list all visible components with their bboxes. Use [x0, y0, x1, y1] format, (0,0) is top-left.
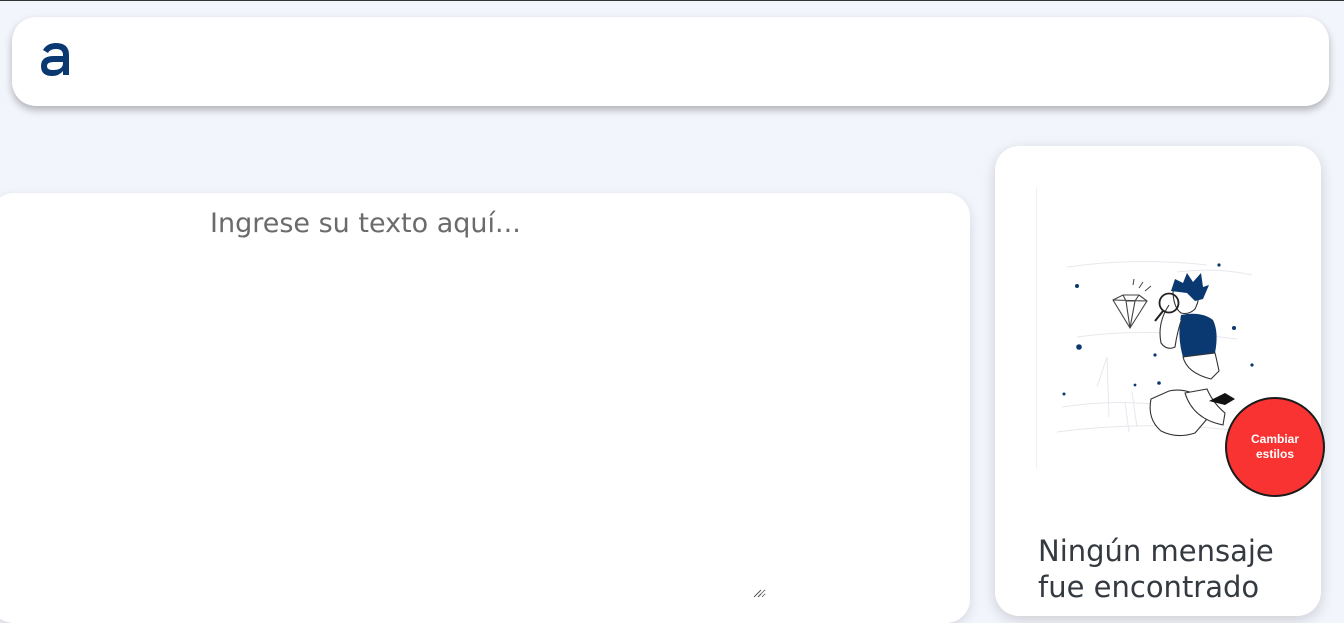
app-header [12, 17, 1329, 106]
alura-logo-icon[interactable] [39, 41, 73, 77]
change-styles-button[interactable]: Cambiar estilos [1225, 397, 1325, 497]
window-top-border [0, 0, 1344, 1]
empty-result-title: Ningún mensaje fue encontrado [1038, 534, 1274, 604]
message-textarea[interactable] [210, 208, 766, 598]
